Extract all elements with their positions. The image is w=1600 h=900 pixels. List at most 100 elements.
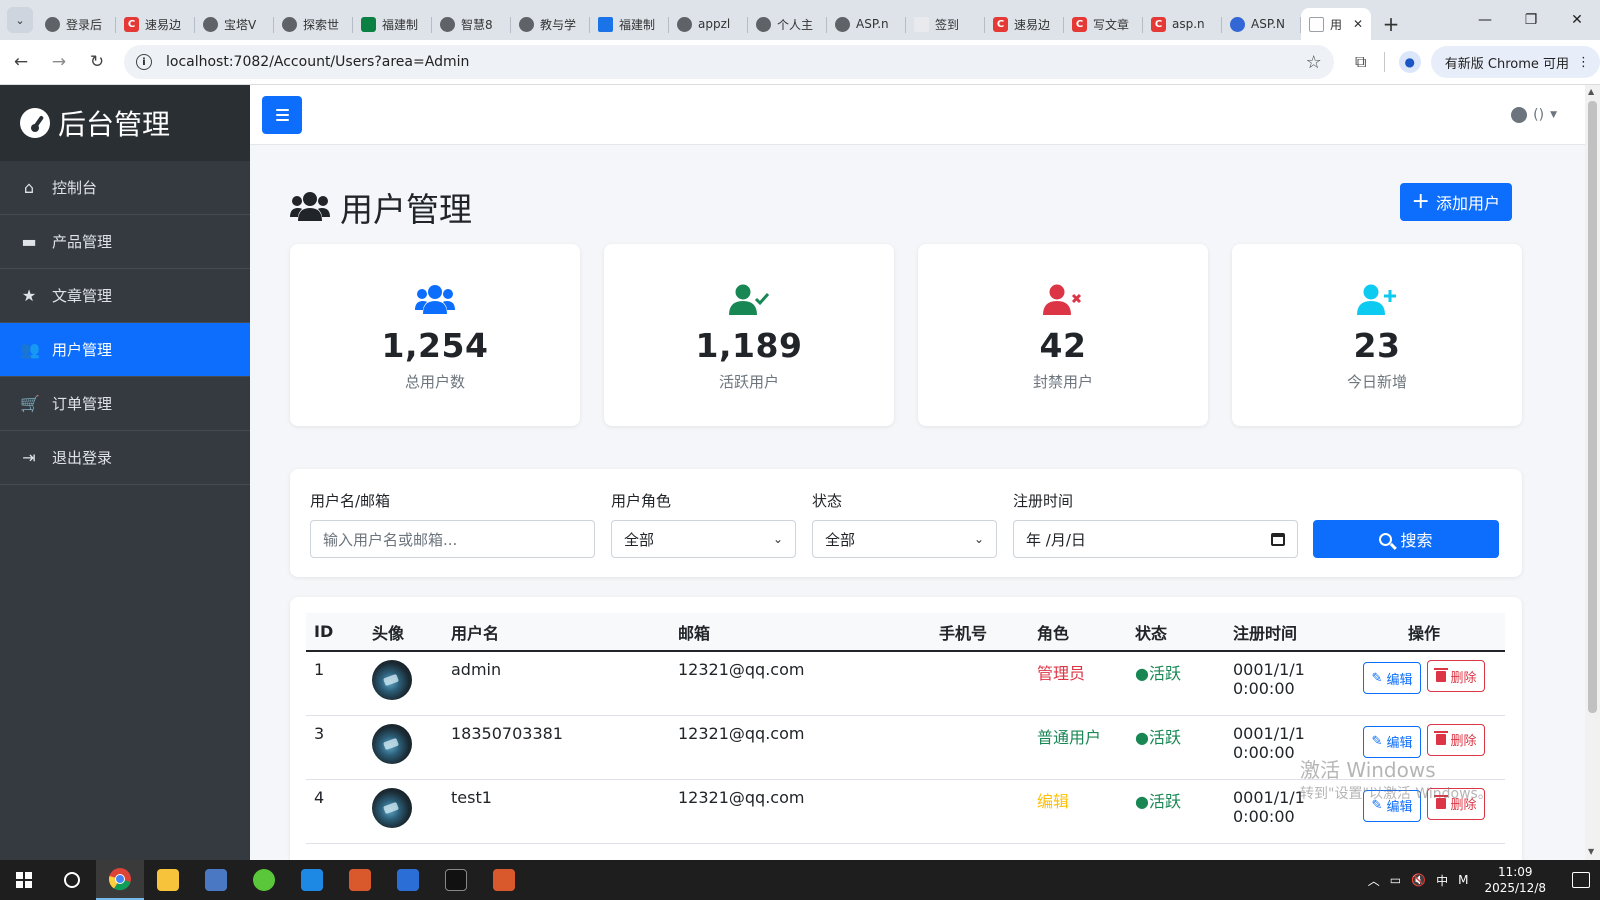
add-user-button[interactable]: + 添加用户 (1399, 183, 1512, 221)
watermark-subtitle: 转到"设置"以激活 Windows。 (1300, 786, 1492, 802)
folder-icon (157, 869, 179, 891)
browser-tab[interactable]: 探索世 (274, 8, 353, 40)
browser-tab-label: 写文章 (1093, 17, 1130, 32)
scroll-down-icon[interactable]: ▼ (1588, 847, 1594, 856)
computer-icon (205, 869, 227, 891)
vscode-icon (301, 869, 323, 891)
sidebar-item[interactable]: ★ 文章管理 (0, 269, 250, 323)
tray-chevron-up-icon[interactable]: ︿ (1368, 872, 1380, 889)
browser-tab[interactable]: 个人主 (748, 8, 827, 40)
tab-search-button[interactable]: ⌄ (7, 7, 33, 33)
browser-tab[interactable]: 宝塔V (195, 8, 274, 40)
taskbar-remote-desktop[interactable] (192, 860, 240, 900)
taskbar-wps[interactable] (384, 860, 432, 900)
site-info-icon[interactable]: i (136, 54, 152, 70)
taskbar-file-explorer[interactable] (144, 860, 192, 900)
taskbar-terminal[interactable] (432, 860, 480, 900)
username-filter-label: 用户名/邮箱 (310, 492, 391, 510)
username-search-input[interactable]: 输入用户名或邮箱... (310, 520, 595, 558)
windows-taskbar: ︿ ▭ 🔇 中 M 11:09 2025/12/8 (0, 860, 1600, 900)
column-header: 用户名 (443, 613, 670, 651)
sidebar-toggle-button[interactable] (262, 95, 302, 134)
delete-button[interactable]: 删除 (1427, 660, 1486, 692)
search-button[interactable]: 搜索 (1313, 520, 1499, 558)
windows-logo-icon (16, 872, 32, 888)
close-tab-icon[interactable]: ✕ (1353, 17, 1363, 31)
extensions-icon[interactable]: ⧉ (1344, 45, 1378, 79)
taskbar-vscode[interactable] (288, 860, 336, 900)
browser-tab[interactable]: 签到 (906, 8, 985, 40)
browser-tab[interactable]: 智慧8 (432, 8, 511, 40)
update-chrome-button[interactable]: 有新版 Chrome 可用 ⋮ (1430, 46, 1600, 78)
browser-tab-label: ASP.n (856, 17, 889, 31)
taskbar-chrome[interactable] (96, 860, 144, 900)
edit-button[interactable]: ✎ 编辑 (1362, 725, 1422, 758)
browser-tab-active[interactable]: 用 ✕ (1301, 8, 1371, 40)
chevron-down-icon: ⌄ (772, 532, 783, 546)
address-bar[interactable]: i localhost:7082/Account/Users?area=Admi… (124, 45, 1334, 79)
scrollbar-thumb[interactable] (1588, 101, 1597, 713)
browser-tab[interactable]: C 写文章 (1064, 8, 1143, 40)
sidebar-item[interactable]: 👥 用户管理 (0, 323, 250, 377)
sidebar-item[interactable]: ⌂ 控制台 (0, 161, 250, 215)
browser-tab[interactable]: C 速易边 (985, 8, 1064, 40)
role-select[interactable]: 全部 ⌄ (611, 520, 796, 558)
taskbar-app-orange-2[interactable] (480, 860, 528, 900)
browser-tab[interactable]: 教与学 (511, 8, 590, 40)
network-icon[interactable]: ▭ (1390, 873, 1401, 887)
sidebar-item[interactable]: ⇥ 退出登录 (0, 431, 250, 485)
red-favicon-icon: C (124, 16, 139, 32)
sidebar-item[interactable]: 🛒 订单管理 (0, 377, 250, 431)
browser-tab[interactable]: Casp.n (1143, 8, 1222, 40)
sidebar-item[interactable]: ▬ 产品管理 (0, 215, 250, 269)
sidebar-brand[interactable]: 后台管理 (0, 85, 250, 161)
browser-tab[interactable]: appzl (669, 8, 748, 40)
browser-tab[interactable]: C 速易边 (116, 8, 195, 40)
delete-button[interactable]: 删除 (1427, 723, 1486, 756)
edit-button[interactable]: ✎ 编辑 (1362, 662, 1422, 694)
globe-favicon-icon (282, 16, 297, 32)
user-dropdown[interactable]: () ▼ (1511, 106, 1557, 123)
browser-tab[interactable]: 福建制 (353, 8, 432, 40)
users-icon: 👥 (20, 340, 40, 359)
cell-id: 4 (306, 779, 364, 844)
notification-icon[interactable] (1572, 872, 1590, 888)
admin-sidebar: 后台管理 ⌂ 控制台 ▬ 产品管理 ★ 文章管理 👥 用户管理 🛒 订单管理 ⇥ 退出登录 (0, 85, 250, 860)
update-chrome-label: 有新版 Chrome 可用 (1444, 56, 1570, 72)
ime-indicator[interactable]: 中 (1436, 872, 1448, 889)
status-select-value: 全部 (825, 530, 856, 549)
windows-activation-watermark: 激活 Windows 转到"设置"以激活 Windows。 (1300, 758, 1492, 806)
cortana-button[interactable] (48, 860, 96, 900)
chrome-icon (108, 868, 131, 891)
profile-avatar-icon[interactable]: ● (1398, 51, 1421, 73)
date-input[interactable]: 年 /月/日 (1013, 520, 1298, 558)
page-scrollbar[interactable]: ▲ ▼ (1585, 85, 1600, 860)
app-icon (349, 869, 371, 891)
taskbar-app-orange[interactable] (336, 860, 384, 900)
status-select[interactable]: 全部 ⌄ (812, 520, 997, 558)
taskbar-app-green[interactable] (240, 860, 288, 900)
browser-tab[interactable]: 登录后 (37, 8, 116, 40)
input-method-icon[interactable]: M (1458, 873, 1468, 887)
bookmark-star-icon[interactable]: ☆ (1306, 52, 1322, 73)
cell-role: 管理员 (1029, 651, 1127, 716)
forward-button[interactable]: → (42, 45, 76, 79)
volume-muted-icon[interactable]: 🔇 (1411, 873, 1426, 887)
browser-tab-label: 智慧8 (461, 17, 493, 32)
minimize-icon[interactable]: — (1462, 0, 1508, 40)
browser-tab[interactable]: 福建制 (590, 8, 669, 40)
browser-tab[interactable]: ASP.n (827, 8, 906, 40)
scroll-up-icon[interactable]: ▲ (1588, 87, 1594, 96)
close-window-icon[interactable]: ✕ (1554, 0, 1600, 40)
new-tab-button[interactable]: + (1375, 8, 1407, 40)
reload-button[interactable]: ↻ (80, 45, 114, 79)
start-button[interactable] (0, 860, 48, 900)
dashboard-gauge-icon (20, 108, 50, 138)
restore-icon[interactable]: ❐ (1508, 0, 1554, 40)
calendar-icon[interactable] (1271, 532, 1285, 546)
system-clock[interactable]: 11:09 2025/12/8 (1484, 864, 1546, 896)
main-content: () ▼ 用户管理 + 添加用户 1,254 总用户数 1,189 活跃用户 4… (250, 85, 1585, 860)
back-button[interactable]: ← (4, 45, 38, 79)
browser-tab[interactable]: ASP.N (1222, 8, 1301, 40)
trash-icon (1434, 667, 1449, 682)
